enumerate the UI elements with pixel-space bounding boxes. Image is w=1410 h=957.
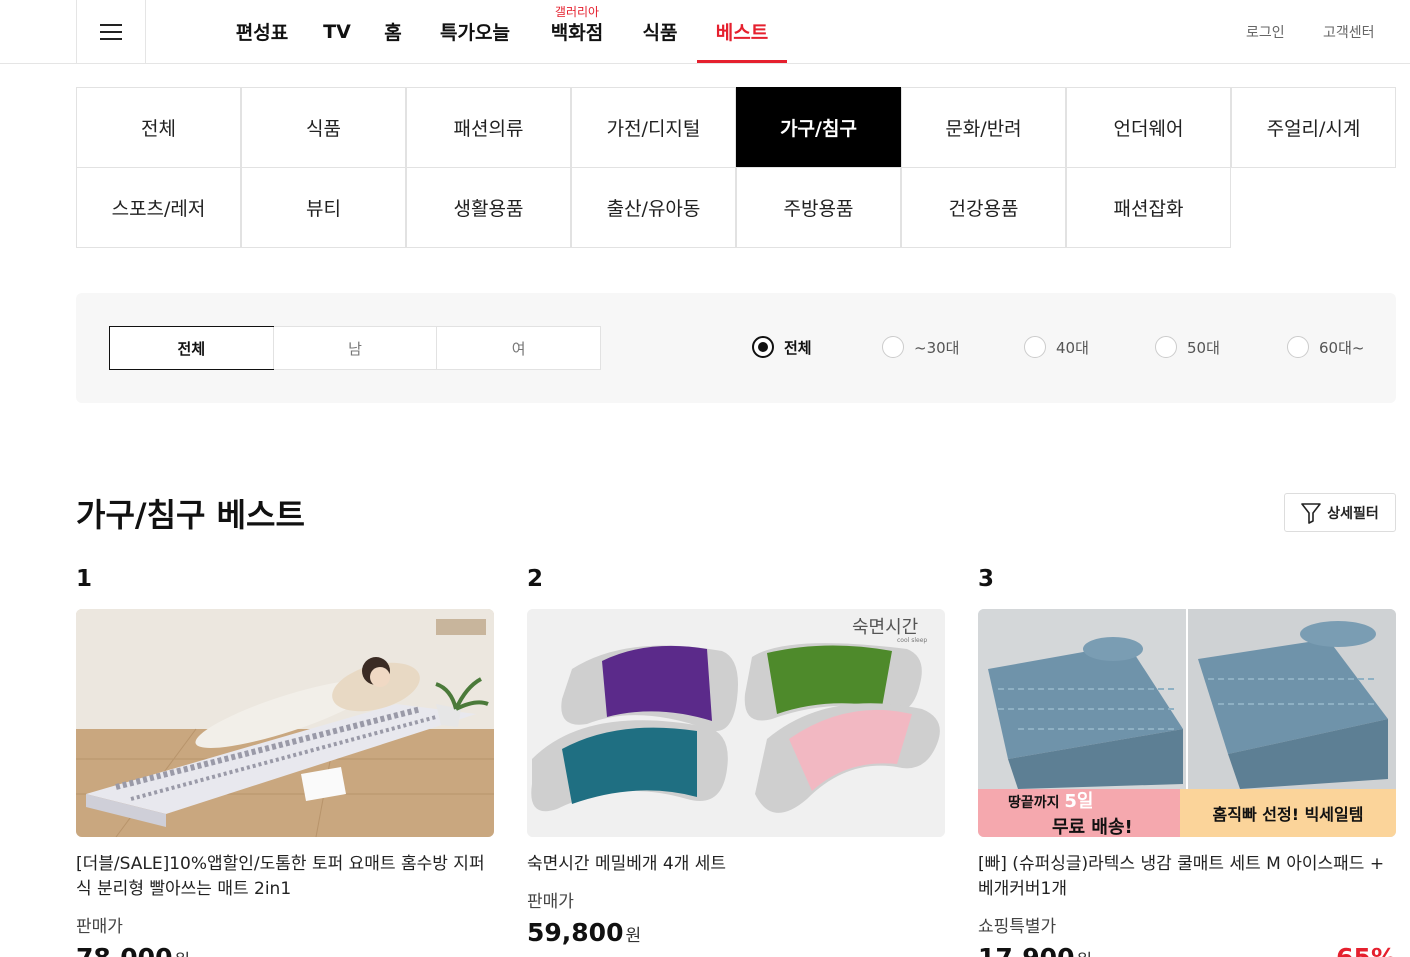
promo-text: 땅끝까지 [1008,795,1060,811]
category-sports[interactable]: 스포츠/레저 [76,167,241,248]
product-price: 78,000원 [76,943,494,957]
age-label: 50대 [1187,338,1220,357]
category-furniture[interactable]: 가구/침구 [736,87,901,168]
price-label: 판매가 [527,892,574,912]
promo-line-2: 무료 배송! [1052,817,1133,837]
category-accessories[interactable]: 패션잡화 [1066,167,1231,248]
login-link[interactable]: 로그인 [1246,0,1285,63]
category-underwear[interactable]: 언더웨어 [1066,87,1231,168]
age-label: 60대~ [1319,338,1365,357]
promo-free-shipping-banner: 땅끝까지 5일 무료 배송! [978,789,1180,837]
gnb-food[interactable]: 식품 [640,0,680,63]
gender-tab-all[interactable]: 전체 [109,326,274,370]
filter-panel: 전체 남 여 전체 ~30대 40대 50대 60대~ [76,293,1396,403]
currency-unit: 원 [1076,951,1092,957]
price-value: 17,900 [978,943,1074,957]
category-digital[interactable]: 가전/디지털 [571,87,736,168]
product-image-pillow[interactable]: 숙면시간 cool sleep [527,609,945,837]
currency-unit: 원 [174,951,190,957]
gnb-label: 백화점 [550,22,604,44]
brand-sub-text: cool sleep [897,637,927,644]
customer-center-link[interactable]: 고객센터 [1323,0,1375,63]
gender-tabs: 전체 남 여 [109,326,601,370]
age-radio-all[interactable]: 전체 [752,335,812,359]
radio-icon [1287,336,1309,358]
pillow-photo: 숙면시간 cool sleep [527,609,945,837]
gnb-home[interactable]: 홈 [382,0,404,63]
age-radio-40s[interactable]: 40대 [1024,335,1089,359]
gnb-department-store[interactable]: 갤러리아 백화점 [547,0,607,63]
promo-line-1: 땅끝까지 5일 [1008,787,1180,813]
radio-checked-icon [752,336,774,358]
radio-icon [1024,336,1046,358]
category-food[interactable]: 식품 [241,87,406,168]
top-header: 편성표 TV 홈 특가오늘 갤러리아 백화점 식품 베스트 로그인 고객센터 [0,0,1410,64]
product-rank: 3 [978,566,995,592]
gnb-tv[interactable]: TV [322,0,352,63]
promo-days: 5일 [1064,791,1094,812]
gnb-best[interactable]: 베스트 [697,0,787,63]
age-label: 40대 [1056,338,1089,357]
product-card[interactable]: 2 숙면시간 cool sleep 숙면시간 메밀베개 4개 세트 판매가 59… [527,566,945,947]
product-price: 17,900원 65% [978,943,1396,957]
age-radio-under30[interactable]: ~30대 [882,335,959,359]
gnb-galleria-tag: 갤러리아 [554,5,600,19]
category-fashion[interactable]: 패션의류 [406,87,571,168]
age-label: ~30대 [914,338,960,357]
category-jewelry[interactable]: 주얼리/시계 [1231,87,1396,168]
product-image-coolmat[interactable]: 땅끝까지 5일 무료 배송! 홈직빠 선정! 빅세일템 [978,609,1396,837]
age-label: 전체 [784,338,812,357]
category-culture-pet[interactable]: 문화/반려 [901,87,1066,168]
product-rank: 2 [527,566,544,592]
age-radio-60s[interactable]: 60대~ [1287,335,1364,359]
gender-tab-male[interactable]: 남 [272,327,437,369]
product-name[interactable]: [빠] (슈퍼싱글)라텍스 냉감 쿨매트 세트 M 아이스패드 + 베개커버1개 [978,852,1396,902]
category-living[interactable]: 생활용품 [406,167,571,248]
product-rank: 1 [76,566,93,592]
product-card[interactable]: 1 [더블/SALE]10%앱할인/도톰한 토퍼 요매트 홈수방 지퍼식 분리형… [76,566,494,957]
price-value: 78,000 [76,943,172,957]
category-baby[interactable]: 출산/유아동 [571,167,736,248]
product-price: 59,800 원 [527,918,945,947]
detail-filter-label: 상세필터 [1327,505,1379,522]
radio-icon [1155,336,1177,358]
product-name[interactable]: 숙면시간 메밀베개 4개 세트 [527,852,945,877]
brand-mark-text: 숙면시간 [852,617,918,638]
hamburger-menu-icon[interactable] [76,0,146,63]
product-name[interactable]: [더블/SALE]10%앱할인/도톰한 토퍼 요매트 홈수방 지퍼식 분리형 빨… [76,852,494,902]
section-title: 가구/침구 베스트 [76,496,305,534]
topper-photo [76,609,494,837]
gnb-schedule[interactable]: 편성표 [232,0,292,63]
currency-unit: 원 [625,926,642,946]
product-card[interactable]: 3 땅끝까지 5일 무료 배송! 홈직빠 선정! 빅세일템 [빠] (슈퍼싱글)… [978,566,1396,957]
category-beauty[interactable]: 뷰티 [241,167,406,248]
price-label: 쇼핑특별가 [978,917,1057,937]
promo-bigsale-banner: 홈직빠 선정! 빅세일템 [1180,789,1396,837]
category-health[interactable]: 건강용품 [901,167,1066,248]
price-value: 59,800 [527,918,624,947]
age-radio-50s[interactable]: 50대 [1155,335,1220,359]
price-label: 판매가 [76,917,123,937]
gnb-today-deal[interactable]: 특가오늘 [435,0,515,63]
filter-funnel-icon [1301,502,1322,524]
radio-icon [882,336,904,358]
gender-tab-female[interactable]: 여 [436,327,600,369]
category-kitchen[interactable]: 주방용품 [736,167,901,248]
detail-filter-button[interactable]: 상세필터 [1284,493,1396,532]
product-image-topper[interactable] [76,609,494,837]
discount-rate: 65% [1336,943,1396,957]
category-all[interactable]: 전체 [76,87,241,168]
